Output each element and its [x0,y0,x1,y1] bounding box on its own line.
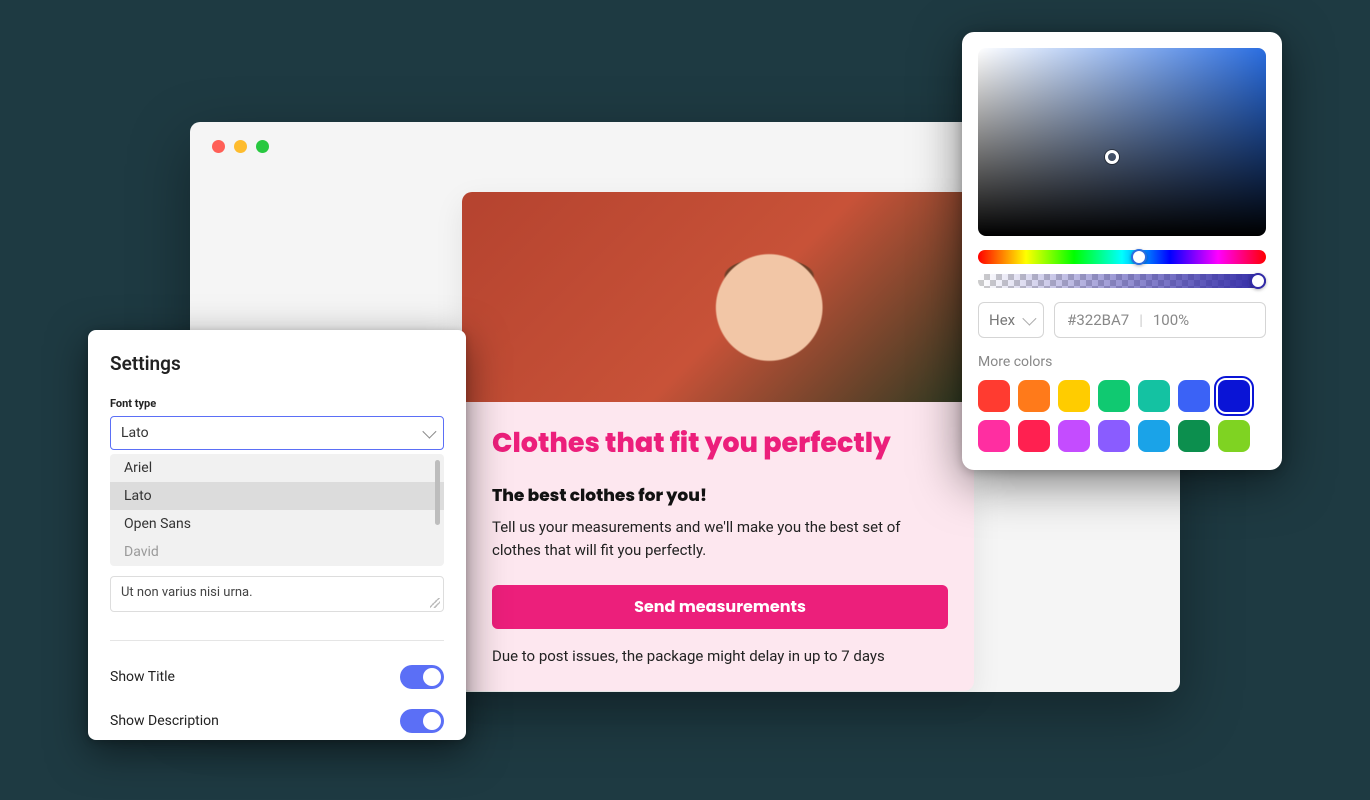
color-swatch[interactable] [1058,380,1090,412]
more-colors-label: More colors [978,354,1266,370]
color-swatch[interactable] [1018,420,1050,452]
alpha-slider[interactable] [978,274,1266,288]
color-swatch[interactable] [978,420,1010,452]
font-option[interactable]: Lato [110,482,444,510]
show-description-row: Show Description [88,699,466,743]
dropdown-scrollbar[interactable] [435,460,440,525]
show-title-label: Show Title [110,669,175,685]
divider [110,640,444,641]
promo-description: Tell us your measurements and we'll make… [492,516,944,563]
color-swatch[interactable] [1218,380,1250,412]
hue-handle[interactable] [1131,249,1147,265]
promo-content: Clothes that fit you perfectly The best … [462,402,974,691]
saturation-handle[interactable] [1105,150,1119,164]
text-sample-value: Ut non varius nisi urna. [121,585,253,600]
show-title-row: Show Title [88,655,466,699]
font-option[interactable]: Ariel [110,454,444,482]
color-value-input[interactable]: #322BA7 | 100% [1054,302,1266,338]
traffic-minimize-icon[interactable] [234,140,247,153]
font-option[interactable]: David [110,538,444,566]
font-option[interactable]: Open Sans [110,510,444,538]
chevron-down-icon [1022,312,1036,326]
text-sample-input[interactable]: Ut non varius nisi urna. [110,576,444,612]
color-format-value: Hex [989,311,1015,329]
traffic-maximize-icon[interactable] [256,140,269,153]
show-title-toggle[interactable] [400,665,444,689]
alpha-handle[interactable] [1250,273,1266,289]
settings-panel: Settings Font type Lato Ariel Lato Open … [88,330,466,740]
color-format-select[interactable]: Hex [978,302,1044,338]
swatch-grid [978,380,1266,452]
hue-slider[interactable] [978,250,1266,264]
traffic-close-icon[interactable] [212,140,225,153]
font-type-label: Font type [110,397,444,410]
color-swatch[interactable] [1138,380,1170,412]
color-swatch[interactable] [1098,420,1130,452]
color-swatch[interactable] [1018,380,1050,412]
promo-title: Clothes that fit you perfectly [492,424,944,464]
font-type-value: Lato [121,425,149,441]
color-swatch[interactable] [1178,420,1210,452]
color-swatch[interactable] [1058,420,1090,452]
promo-image [462,192,974,402]
show-description-toggle[interactable] [400,709,444,733]
color-swatch[interactable] [978,380,1010,412]
promo-note: Due to post issues, the package might de… [492,647,944,665]
resize-grip-icon[interactable] [430,598,440,608]
saturation-field[interactable] [978,48,1266,236]
toggle-knob [423,668,441,686]
promo-card: Clothes that fit you perfectly The best … [462,192,974,691]
color-hex-value: #322BA7 [1067,311,1129,329]
color-swatch[interactable] [1178,380,1210,412]
font-type-select[interactable]: Lato [110,416,444,450]
settings-title: Settings [110,352,444,375]
chevron-down-icon [422,425,436,439]
value-separator: | [1139,311,1143,329]
color-swatch[interactable] [1138,420,1170,452]
send-measurements-button[interactable]: Send measurements [492,585,948,629]
promo-subtitle: The best clothes for you! [492,482,944,508]
color-swatch[interactable] [1218,420,1250,452]
color-picker-panel: Hex #322BA7 | 100% More colors [962,32,1282,470]
font-type-dropdown: Ariel Lato Open Sans David [110,454,444,566]
color-opacity-value: 100% [1153,311,1189,329]
show-description-label: Show Description [110,713,219,729]
picker-value-row: Hex #322BA7 | 100% [978,302,1266,338]
toggle-knob [423,712,441,730]
color-swatch[interactable] [1098,380,1130,412]
